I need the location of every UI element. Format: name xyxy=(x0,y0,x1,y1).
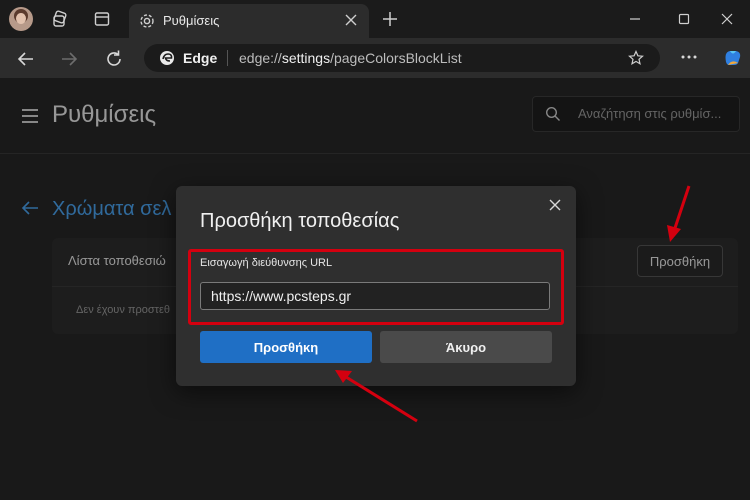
new-tab-icon[interactable] xyxy=(380,9,400,29)
back-icon[interactable] xyxy=(15,48,37,70)
minimize-icon[interactable] xyxy=(624,8,646,30)
address-bar[interactable]: Edge edge://settings/pageColorsBlockList xyxy=(144,44,660,72)
refresh-icon[interactable] xyxy=(103,48,125,70)
workspaces-icon[interactable] xyxy=(50,9,70,29)
close-dialog-icon[interactable] xyxy=(547,197,563,213)
tab-settings[interactable]: Ρυθμίσεις xyxy=(129,4,369,38)
confirm-add-button[interactable]: Προσθήκη xyxy=(200,331,372,363)
gear-icon xyxy=(138,12,156,30)
copilot-icon[interactable] xyxy=(721,45,745,69)
tab-bar: Ρυθμίσεις xyxy=(0,0,750,38)
close-tab-icon[interactable] xyxy=(343,12,359,28)
address-divider xyxy=(227,50,228,66)
close-window-icon[interactable] xyxy=(716,8,738,30)
favorite-star-icon[interactable] xyxy=(628,50,644,66)
cancel-button[interactable]: Άκυρο xyxy=(380,331,552,363)
address-url: edge://settings/pageColorsBlockList xyxy=(239,50,462,66)
annotation-highlight-box xyxy=(188,249,564,325)
forward-icon[interactable] xyxy=(58,48,80,70)
profile-avatar[interactable] xyxy=(9,7,33,31)
more-options-icon[interactable] xyxy=(680,48,698,66)
tab-title: Ρυθμίσεις xyxy=(163,13,220,28)
edge-brand-label: Edge xyxy=(183,50,218,66)
dialog-title: Προσθήκη τοποθεσίας xyxy=(200,210,400,232)
tab-actions-icon[interactable] xyxy=(92,9,112,29)
edge-logo-icon xyxy=(159,50,175,66)
maximize-icon[interactable] xyxy=(673,8,695,30)
